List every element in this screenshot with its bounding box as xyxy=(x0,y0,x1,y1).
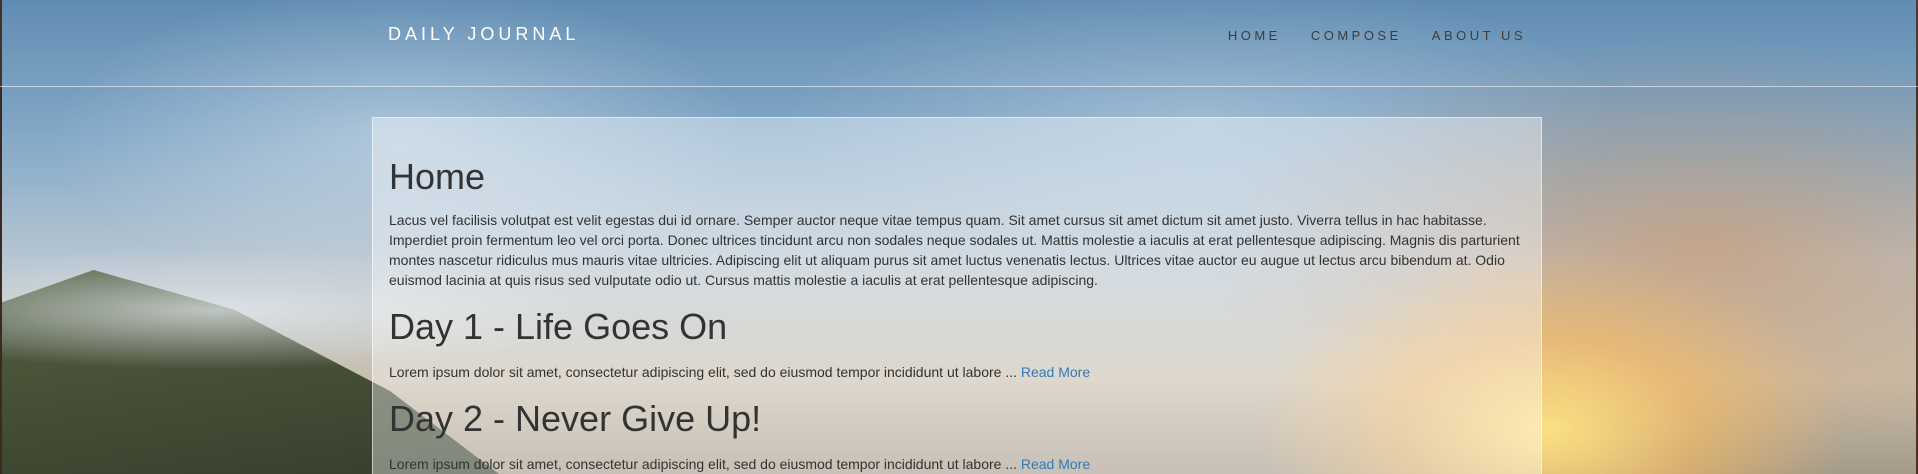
nav-home-link[interactable]: HOME xyxy=(1228,28,1281,43)
post-title: Day 2 - Never Give Up! xyxy=(389,398,762,439)
read-more-link[interactable]: Read More xyxy=(1021,364,1090,380)
read-more-link[interactable]: Read More xyxy=(1021,456,1090,472)
post-day-1: Day 1 - Life Goes On Lorem ipsum dolor s… xyxy=(389,306,1525,382)
post-title: Day 1 - Life Goes On xyxy=(389,306,728,347)
nav-compose-link[interactable]: COMPOSE xyxy=(1311,28,1402,43)
brand-link[interactable]: DAILY JOURNAL xyxy=(388,24,579,45)
post-excerpt-text: Lorem ipsum dolor sit amet, consectetur … xyxy=(389,456,1017,472)
post-excerpt-text: Lorem ipsum dolor sit amet, consectetur … xyxy=(389,364,1017,380)
page-title: Home xyxy=(389,156,486,197)
post-excerpt: Lorem ipsum dolor sit amet, consectetur … xyxy=(389,454,1525,474)
nav-about-us-link[interactable]: ABOUT US xyxy=(1432,28,1526,43)
intro-paragraph: Lacus vel facilisis volutpat est velit e… xyxy=(389,212,1520,288)
post-day-2: Day 2 - Never Give Up! Lorem ipsum dolor… xyxy=(389,398,1525,474)
top-navbar: DAILY JOURNAL HOME COMPOSE ABOUT US xyxy=(0,0,1918,87)
content-container: Home Lacus vel facilisis volutpat est ve… xyxy=(372,117,1542,474)
main-nav: HOME COMPOSE ABOUT US xyxy=(1228,28,1526,43)
post-excerpt: Lorem ipsum dolor sit amet, consectetur … xyxy=(389,362,1525,382)
